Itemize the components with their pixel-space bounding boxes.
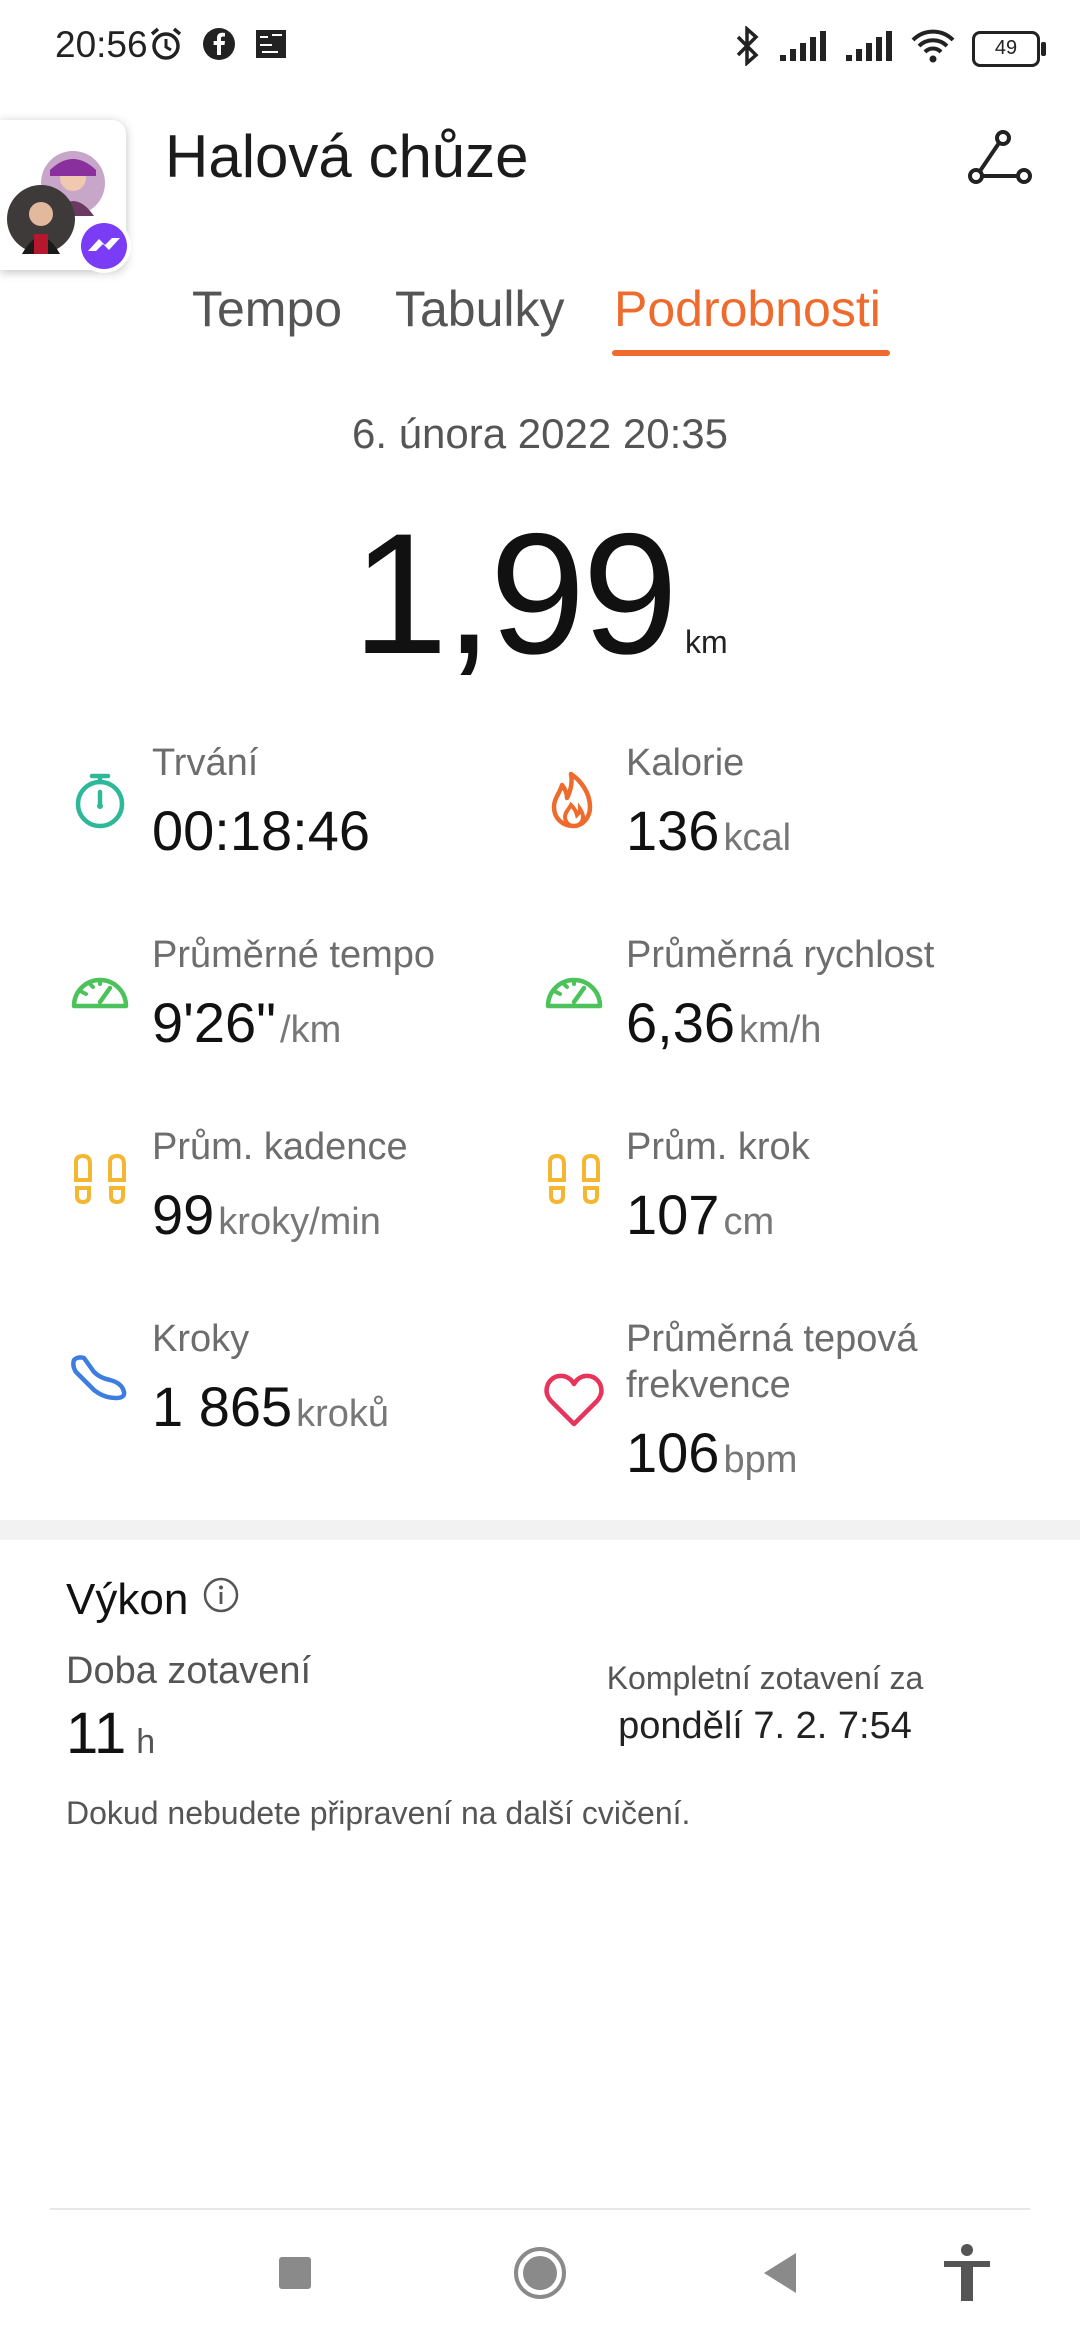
stat-value: 9'26" [152, 991, 277, 1054]
avatar [6, 184, 76, 259]
stat-value: 107 [626, 1183, 720, 1246]
stat-unit: bpm [723, 1439, 798, 1481]
stat-unit: kcal [723, 817, 792, 859]
facebook-icon [202, 27, 236, 66]
stat-avg-stride: Prům. krok 107 cm [542, 1124, 1002, 1254]
status-time: 20:56 [55, 24, 148, 65]
stat-value: 99 [152, 1183, 215, 1246]
stat-label-line: Průměrná tepová [626, 1318, 918, 1360]
stat-label: Trvání [152, 742, 259, 784]
stat-steps: Kroky 1 865 kroků [68, 1316, 528, 1456]
stat-label: Průměrné tempo [152, 934, 436, 976]
recovery-value: 11 [66, 1701, 127, 1766]
signal-icon [778, 29, 828, 68]
page-title: Halová chůze [165, 123, 529, 190]
distance-value: 1,99 [352, 498, 678, 690]
stat-value: 1 865 [152, 1375, 293, 1438]
stat-duration: Trvání 00:18:46 [68, 740, 528, 870]
recovery-unit: h [136, 1723, 156, 1761]
stat-label: Prům. kadence [152, 1126, 408, 1168]
recents-button[interactable] [260, 2240, 330, 2310]
stat-label: Prům. krok [626, 1126, 810, 1168]
section-divider [0, 1520, 1080, 1540]
stat-avg-heart-rate: Průměrná tepová frekvence 106 bpm [542, 1316, 1002, 1496]
stopwatch-icon [68, 768, 132, 832]
stat-avg-speed: Průměrná rychlost 6,36 km/h [542, 932, 1002, 1062]
workout-date: 6. února 2022 20:35 [352, 410, 728, 457]
stat-value: 6,36 [626, 991, 735, 1054]
system-navbar [0, 2210, 1080, 2340]
app-icon [254, 27, 288, 66]
stat-value: 136 [626, 799, 720, 862]
performance-title-text: Výkon [66, 1575, 189, 1624]
header: Halová chůze [0, 100, 1080, 270]
stat-value: 106 [626, 1421, 720, 1484]
stat-label: Průměrná rychlost [626, 934, 935, 976]
footprints-icon [542, 1152, 606, 1216]
accessibility-button[interactable] [932, 2240, 1002, 2310]
stat-unit: km/h [739, 1009, 822, 1051]
back-icon [760, 2251, 800, 2300]
stat-label: Průměrná tepová frekvence [626, 1316, 918, 1408]
recovery-label: Doba zotavení [66, 1650, 312, 1692]
flame-icon [542, 768, 606, 832]
chat-head-bubble[interactable] [0, 120, 131, 273]
info-icon[interactable] [202, 1575, 240, 1625]
tab-bar: Tempo Tabulky Podrobnosti [0, 270, 1080, 370]
signal-icon [844, 29, 894, 68]
recovery-note: Dokud nebudete připravení na další cviče… [66, 1795, 691, 1831]
stat-label: Kroky [152, 1318, 250, 1360]
stat-unit: cm [723, 1201, 775, 1243]
stat-value: 00:18:46 [152, 799, 370, 862]
status-bar: 20:56 49 [0, 0, 1080, 100]
back-button[interactable] [745, 2240, 815, 2310]
stat-calories: Kalorie 136 kcal [542, 740, 1002, 870]
footprints-icon [68, 1152, 132, 1216]
home-icon [512, 2245, 568, 2306]
stat-avg-pace: Průměrné tempo 9'26"/km [68, 932, 528, 1062]
stat-label-line: frekvence [626, 1364, 791, 1406]
heart-icon [542, 1368, 606, 1432]
speedometer-icon [68, 960, 132, 1024]
complete-recovery-date: pondělí 7. 2. 7:54 [618, 1705, 912, 1747]
alarm-icon [148, 26, 184, 67]
route-icon [967, 128, 1033, 193]
tab-tabulky[interactable]: Tabulky [395, 280, 565, 338]
wifi-icon [910, 28, 956, 69]
bluetooth-icon [732, 25, 762, 71]
stat-unit: /km [280, 1009, 342, 1051]
stat-unit: kroků [296, 1393, 390, 1435]
recovery-time: 11 h [66, 1700, 155, 1767]
battery-icon: 49 [972, 30, 1046, 67]
stat-label: Kalorie [626, 742, 745, 784]
tab-podrobnosti[interactable]: Podrobnosti [614, 280, 881, 338]
performance-title: Výkon [66, 1575, 240, 1625]
recents-icon [277, 2255, 313, 2296]
distance-unit: km [685, 624, 728, 660]
speedometer-icon [542, 960, 606, 1024]
accessibility-icon [941, 2243, 993, 2308]
stat-avg-cadence: Prům. kadence 99 kroky/min [68, 1124, 528, 1254]
shoe-icon [68, 1344, 132, 1408]
tab-tempo[interactable]: Tempo [192, 280, 342, 338]
distance-display: 1,99 km [0, 495, 1080, 693]
route-button[interactable] [960, 120, 1040, 200]
tab-active-indicator [612, 350, 890, 356]
stat-unit: kroky/min [218, 1201, 381, 1243]
home-button[interactable] [505, 2240, 575, 2310]
complete-recovery-label: Kompletní zotavení za [606, 1660, 924, 1696]
battery-level: 49 [994, 37, 1018, 59]
